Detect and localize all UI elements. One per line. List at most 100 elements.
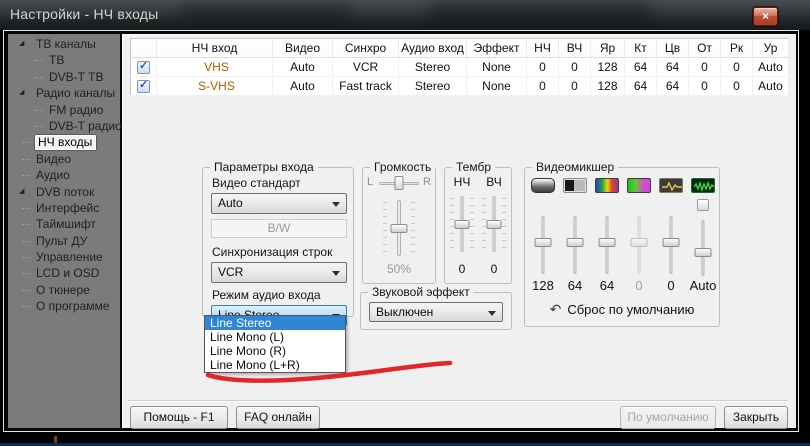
video-standard-label: Видео стандарт <box>212 176 347 190</box>
slider-thumb[interactable] <box>663 238 680 247</box>
col-treble[interactable]: ВЧ <box>559 39 591 58</box>
sidebar-item-dvbt-radio[interactable]: DVB-T радио <box>8 118 120 134</box>
sidebar-item-interface[interactable]: Интерфейс <box>8 200 120 216</box>
col-video[interactable]: Видео <box>273 39 333 58</box>
input-params-group: Параметры входа Видео стандарт Auto B/W … <box>202 167 354 317</box>
sound-effect-select[interactable]: Выключен <box>369 302 503 322</box>
sidebar-item-audio[interactable]: Аудио <box>8 167 120 183</box>
expander-icon[interactable]: ◢ <box>19 36 24 52</box>
dropdown-option[interactable]: Line Stereo <box>205 316 345 330</box>
sidebar-item-lf-inputs[interactable]: НЧ входы <box>8 134 120 150</box>
sidebar-item-tv[interactable]: ТВ <box>8 52 120 68</box>
balance-slider[interactable]: L R <box>367 176 431 190</box>
slider-thumb[interactable] <box>631 238 648 247</box>
hue-value: 0 <box>623 278 655 293</box>
sidebar-item-radio-channels[interactable]: ◢Радио каналы <box>8 85 120 101</box>
sidebar-item-about-tuner[interactable]: О тюнере <box>8 282 120 298</box>
group-title: Звуковой эффект <box>368 285 474 299</box>
slider-thumb[interactable] <box>391 224 408 233</box>
col-lf-input[interactable]: НЧ вход <box>157 39 273 58</box>
faq-online-button[interactable]: FAQ онлайн <box>236 406 320 429</box>
slider-ticks <box>502 198 506 250</box>
table-row-svhs[interactable]: ✓ S-VHS Auto Fast track Stereo None 0 0 … <box>131 77 789 96</box>
title-bar[interactable]: Настройки - НЧ входы × <box>0 0 810 30</box>
table-row-vhs[interactable]: ✓ VHS Auto VCR Stereo None 0 0 128 64 64… <box>131 58 789 77</box>
bass-slider[interactable] <box>447 196 477 252</box>
hue-slider[interactable] <box>623 216 655 274</box>
sync-select[interactable]: VCR <box>211 262 347 283</box>
slider-thumb[interactable] <box>567 238 584 247</box>
contrast-icon[interactable] <box>563 178 587 193</box>
reset-label: Сброс по умолчанию <box>567 302 694 317</box>
chevron-down-icon <box>332 271 340 276</box>
close-window-button[interactable]: × <box>753 7 778 26</box>
row-checkbox[interactable]: ✓ <box>137 80 150 93</box>
col-audio-input[interactable]: Аудио вход <box>399 39 467 58</box>
col-effect[interactable]: Эффект <box>467 39 527 58</box>
col-contrast[interactable]: Кт <box>625 39 657 58</box>
help-button[interactable]: Помощь - F1 <box>130 406 228 429</box>
col-checkbox[interactable] <box>131 39 157 58</box>
slider-thumb[interactable] <box>599 238 616 247</box>
reset-defaults-link[interactable]: ↶Сброс по умолчанию <box>525 301 719 318</box>
sidebar-item-timeshift[interactable]: Таймшифт <box>8 216 120 232</box>
balance-right-label: R <box>423 176 431 188</box>
chevron-down-icon <box>332 202 340 207</box>
expander-icon[interactable]: ◢ <box>19 184 24 200</box>
restore-defaults-button[interactable]: По умолчанию <box>620 406 716 429</box>
sidebar-item-lcd-osd[interactable]: LCD и OSD <box>8 265 120 281</box>
sidebar-item-video[interactable]: Видео <box>8 151 120 167</box>
slider-thumb[interactable] <box>535 238 552 247</box>
hue-icon[interactable] <box>627 178 651 193</box>
brightness-slider[interactable] <box>527 216 559 274</box>
video-mixer-group: Видеомикшер 128 64 <box>524 167 720 327</box>
saturation-slider[interactable] <box>591 216 623 274</box>
col-bass[interactable]: НЧ <box>527 39 559 58</box>
settings-window: Настройки - НЧ входы × ◢ТВ каналы ТВ DVB… <box>0 0 810 446</box>
video-standard-select[interactable]: Auto <box>211 193 347 214</box>
col-level[interactable]: Ур <box>753 39 789 58</box>
treble-label: ВЧ <box>477 175 511 189</box>
sharpness-value: 0 <box>655 278 687 293</box>
sidebar-item-dvbt-tv[interactable]: DVB-T ТВ <box>8 69 120 85</box>
col-color[interactable]: Цв <box>657 39 689 58</box>
sidebar-item-dvb-stream[interactable]: ◢DVB поток <box>8 184 120 200</box>
audio-mode-label: Режим аудио входа <box>212 288 347 302</box>
sharpness-slider[interactable] <box>655 216 687 274</box>
dropdown-option[interactable]: Line Mono (L+R) <box>205 358 345 372</box>
contrast-slider[interactable] <box>559 216 591 274</box>
volume-slider[interactable] <box>380 200 418 256</box>
noise-reduction-icon[interactable] <box>691 178 715 193</box>
gain-slider[interactable] <box>687 220 719 276</box>
col-sharp[interactable]: Рк <box>721 39 753 58</box>
bw-toggle[interactable]: B/W <box>211 219 347 238</box>
slider-thumb[interactable] <box>455 220 470 229</box>
row-checkbox[interactable]: ✓ <box>137 61 150 74</box>
titlebar-shade <box>180 4 350 26</box>
sidebar-item-about-program[interactable]: О программе <box>8 298 120 314</box>
sidebar-item-fm-radio[interactable]: FM радио <box>8 102 120 118</box>
auto-gain-checkbox[interactable] <box>697 199 709 211</box>
brightness-icon[interactable] <box>531 178 555 193</box>
close-button[interactable]: Закрыть <box>724 406 788 429</box>
saturation-icon[interactable] <box>595 178 619 193</box>
slider-thumb[interactable] <box>395 176 404 190</box>
sidebar-item-remote[interactable]: Пульт ДУ <box>8 233 120 249</box>
col-tint[interactable]: От <box>689 39 721 58</box>
treble-slider[interactable] <box>479 196 509 252</box>
sidebar-item-tv-channels[interactable]: ◢ТВ каналы <box>8 36 120 52</box>
slider-thumb[interactable] <box>695 248 712 257</box>
slider-thumb[interactable] <box>487 220 502 229</box>
lf-inputs-table: НЧ вход Видео Синхро Аудио вход Эффект Н… <box>130 38 789 96</box>
group-title: Громкость <box>370 160 435 174</box>
bass-value: 0 <box>445 262 479 276</box>
col-brightness[interactable]: Яр <box>591 39 625 58</box>
sharpness-icon[interactable] <box>659 178 683 193</box>
sidebar-item-control[interactable]: Управление <box>8 249 120 265</box>
titlebar-shade <box>430 2 650 26</box>
dropdown-option[interactable]: Line Mono (L) <box>205 330 345 344</box>
expander-icon[interactable]: ◢ <box>19 85 24 101</box>
window-title: Настройки - НЧ входы <box>10 6 158 22</box>
dropdown-option[interactable]: Line Mono (R) <box>205 344 345 358</box>
col-sync[interactable]: Синхро <box>333 39 399 58</box>
